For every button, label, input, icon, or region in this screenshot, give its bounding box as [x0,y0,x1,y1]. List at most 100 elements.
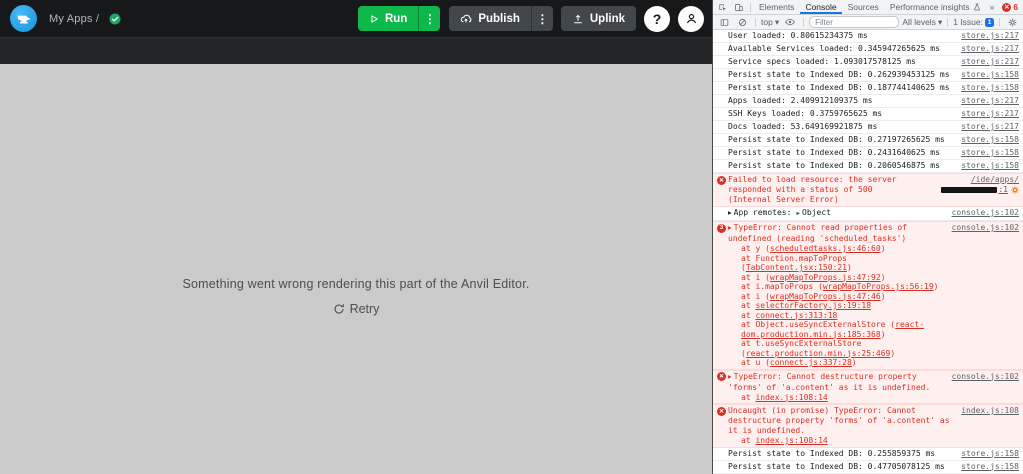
stack-source-link[interactable]: wrapMapToProps.js:47:46 [770,292,881,301]
console-message: ▶TypeError: Cannot destructure property … [728,372,944,403]
console-message: Persist state to Indexed DB: 0.187744140… [728,83,953,93]
stack-source-link[interactable]: wrapMapToProps.js:47:92 [770,273,881,282]
run-label: Run [385,13,407,25]
publish-menu-button[interactable]: ⋮ [531,6,553,31]
source-link[interactable]: store.js:217 [961,122,1019,131]
source-link[interactable]: console.js:102 [952,372,1019,381]
clear-console-icon[interactable] [735,15,750,29]
console-filter-input[interactable] [809,16,899,28]
stack-source-link[interactable]: connect.js:337:28 [770,358,852,367]
play-icon [369,14,379,24]
inspect-element-icon[interactable] [715,0,730,14]
console-sidebar-icon[interactable] [717,15,732,29]
source-link[interactable]: store.js:217 [961,57,1019,66]
execution-context-selector[interactable]: top ▾ [761,17,779,28]
stack-source-link[interactable]: connect.js:313:18 [755,311,837,320]
stack-source-link[interactable]: scheduledtasks.js:46:60 [770,244,881,253]
console-row-icon-column [717,135,728,136]
retry-button[interactable]: Retry [333,302,380,316]
tab-console[interactable]: Console [800,0,841,14]
anvil-logo[interactable] [10,5,37,32]
source-link[interactable]: store.js:217 [961,96,1019,105]
source-link[interactable]: store.js:217 [961,44,1019,53]
console-row-icon-column [717,96,728,97]
chevron-down-icon: ▾ [938,17,942,28]
console-row: Apps loaded: 2.409912109375 msstore.js:2… [713,95,1023,108]
console-error-row: ✕Uncaught (in promise) TypeError: Cannot… [713,404,1023,448]
console-message-line: ▶App remotes:▶Object [728,208,944,219]
uplink-button[interactable]: Uplink [561,6,636,31]
console-message-line: SSH Keys loaded: 0.3759765625 ms [728,109,953,119]
source-link[interactable]: index.js:108 [961,406,1019,415]
editor-error-message: Something went wrong rendering this part… [182,277,529,291]
log-text: Uncaught (in promise) TypeError: Cannot … [728,406,950,435]
console-error-row: ✕▶TypeError: Cannot destructure property… [713,370,1023,405]
source-link[interactable]: store.js:158 [961,135,1019,144]
console-row-icon-column [717,31,728,32]
stack-source-link[interactable]: selectorFactory.js:19:18 [755,301,871,310]
object-preview[interactable]: Object [802,208,831,217]
stack-source-link[interactable]: TabContent.jsx:150:21 [746,263,847,272]
console-error-row: ✕Failed to load resource: the server res… [713,173,1023,207]
source-link[interactable]: store.js:158 [961,70,1019,79]
stack-source-link[interactable]: index.js:108:14 [755,393,827,402]
device-toolbar-icon[interactable] [731,0,747,14]
expand-triangle-icon[interactable]: ▶ [796,210,800,217]
console-settings-gear-icon[interactable] [1005,15,1020,29]
console-message-line: Persist state to Indexed DB: 0.243164062… [728,148,953,158]
source-column: index.js:108 [961,406,1019,416]
tab-performance-insights[interactable]: Performance insights [885,0,986,14]
stack-line: at i.mapToProps (wrapMapToProps.js:56:19… [728,282,944,292]
source-link[interactable]: store.js:217 [961,109,1019,118]
expand-triangle-icon[interactable]: ▶ [728,209,732,219]
expand-triangle-icon[interactable]: ▶ [728,224,732,234]
source-link[interactable]: console.js:102 [952,208,1019,217]
source-link[interactable]: store.js:158 [961,462,1019,471]
console-message-line: Persist state to Indexed DB: 0.262939453… [728,70,953,80]
publish-button[interactable]: Publish ⋮ [449,6,553,31]
log-text: Service specs loaded: 1.093017578125 ms [728,57,916,66]
source-link[interactable]: console.js:102 [952,223,1019,232]
chevron-down-icon: ▾ [775,17,779,28]
source-link[interactable]: :1 [998,185,1008,194]
console-row-icon-column [717,148,728,149]
console-message: ▶TypeError: Cannot read properties of un… [728,223,944,368]
stack-source-link[interactable]: index.js:108:14 [755,436,827,445]
stack-line: at index.js:108:14 [728,436,953,446]
live-expression-eye-icon[interactable] [782,15,798,29]
run-menu-button[interactable]: ⋮ [418,6,440,31]
error-count-badge[interactable]: 3 [717,224,726,233]
console-message: SSH Keys loaded: 0.3759765625 ms [728,109,953,119]
source-link[interactable]: store.js:158 [961,161,1019,170]
tab-sources[interactable]: Sources [843,0,884,14]
stack-source-link[interactable]: react.production.min.js:25:469 [746,349,891,358]
error-count-badge[interactable]: ✕ 6 [999,2,1021,12]
console-message-line: Failed to load resource: the server resp… [728,175,906,205]
help-button[interactable]: ? [644,6,670,32]
account-button[interactable] [678,6,704,32]
console-row-icon-column: ✕ [717,372,728,382]
stack-source-link[interactable]: wrapMapToProps.js:56:19 [823,282,934,291]
tab-elements[interactable]: Elements [754,0,799,14]
log-levels-dropdown[interactable]: All levels ▾ [902,17,942,28]
stack-text: at [741,436,755,445]
source-link[interactable]: store.js:158 [961,83,1019,92]
source-link[interactable]: store.js:158 [961,148,1019,157]
stack-line: at i (wrapMapToProps.js:47:46) [728,292,944,302]
devtools-panel: Elements Console Sources Performance ins… [712,0,1023,474]
log-text: Persist state to Indexed DB: 0.477050781… [728,462,945,471]
source-column: store.js:158 [961,83,1019,93]
run-button[interactable]: Run ⋮ [358,6,440,31]
more-tabs-button[interactable]: » [987,0,998,14]
issues-link[interactable]: 1 Issue: 1 [953,17,994,27]
breadcrumb[interactable]: My Apps / [49,13,99,25]
console-message: Persist state to Indexed DB: 0.271972656… [728,135,953,145]
warning-gear-icon[interactable] [1011,186,1019,194]
log-text: Persist state to Indexed DB: 0.187744140… [728,83,950,92]
source-link[interactable]: /ide/apps/ [971,175,1019,184]
source-link[interactable]: store.js:217 [961,31,1019,40]
help-label: ? [653,11,662,27]
source-link[interactable]: store.js:158 [961,449,1019,458]
expand-triangle-icon[interactable]: ▶ [728,372,732,382]
tab-label: Performance insights [890,2,970,12]
